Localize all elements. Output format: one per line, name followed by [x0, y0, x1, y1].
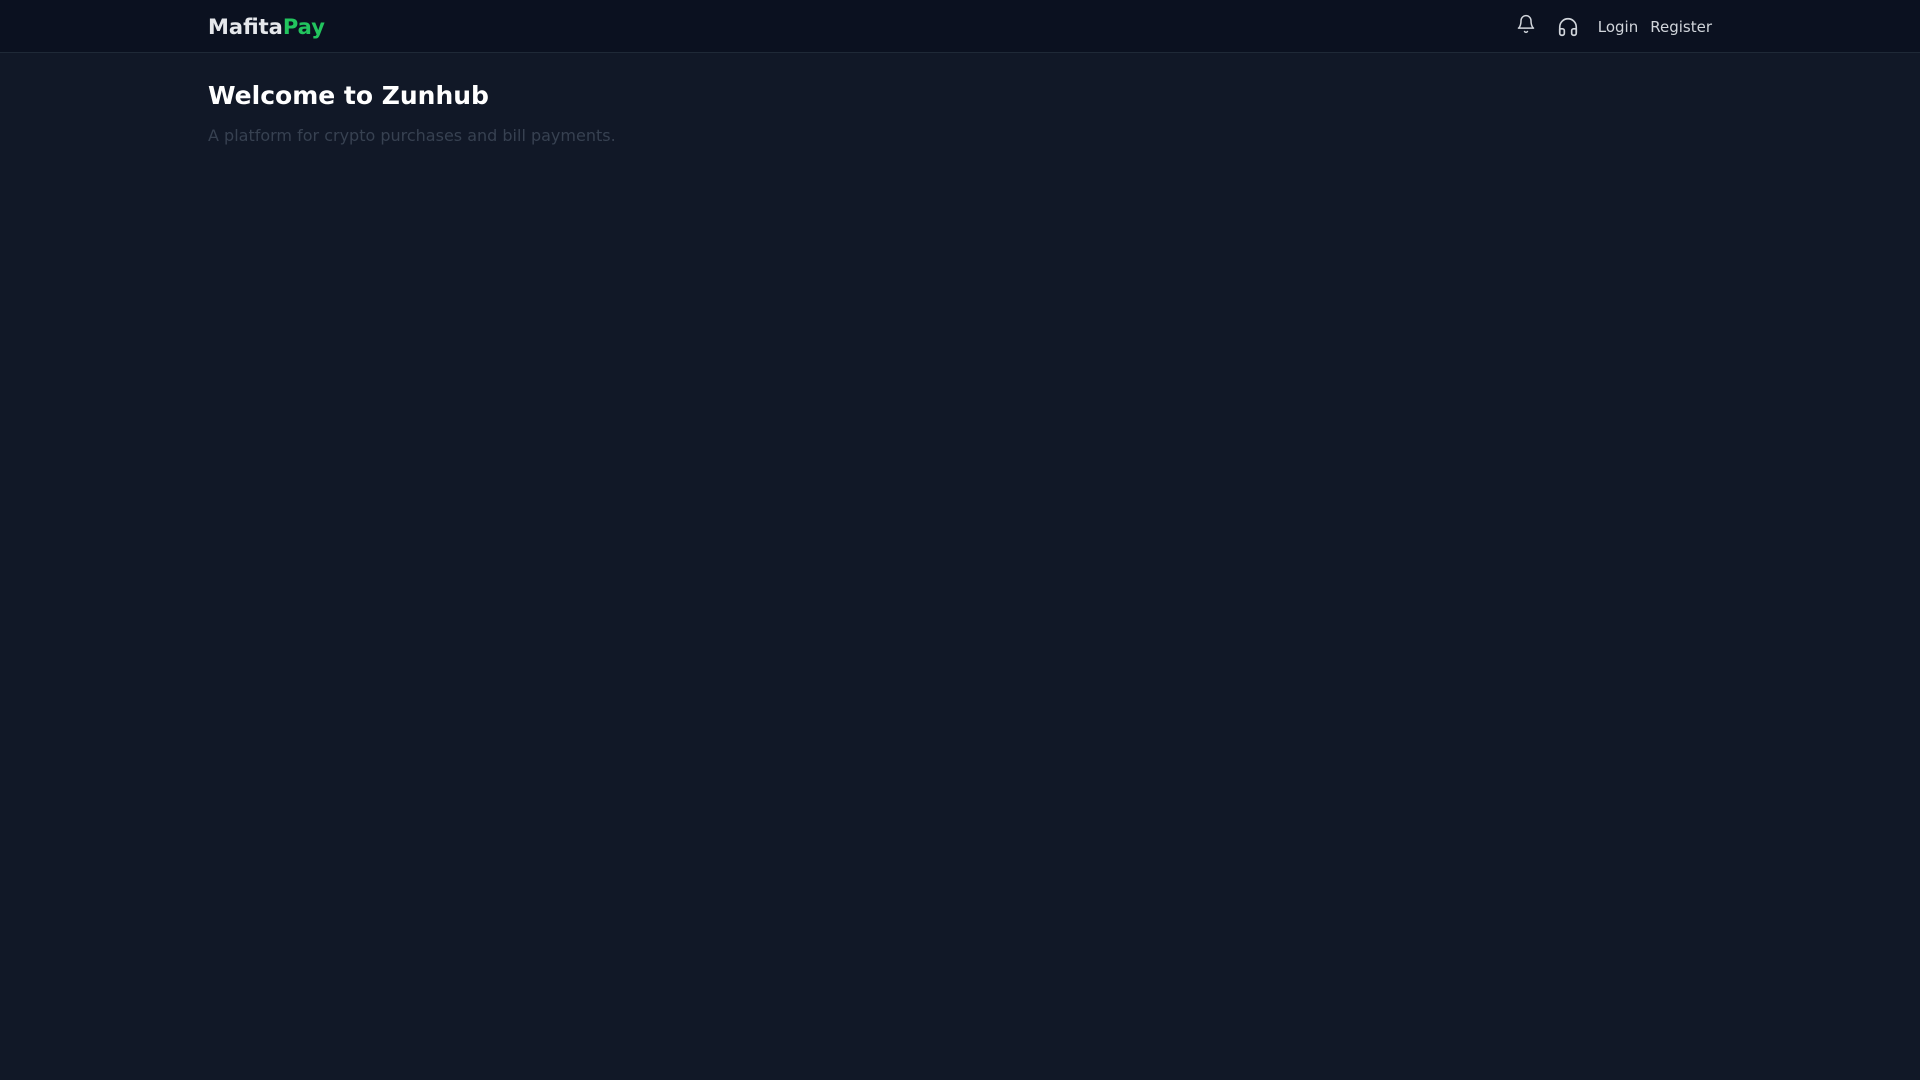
top-navbar: MafitaPay Login Register — [0, 0, 1920, 53]
login-link[interactable]: Login — [1598, 17, 1638, 37]
headphones-icon[interactable] — [1556, 15, 1580, 39]
brand-logo[interactable]: MafitaPay — [208, 14, 325, 40]
brand-name-accent: Pay — [282, 15, 325, 39]
main-content: Welcome to Zunhub A platform for crypto … — [208, 76, 1712, 148]
page-subtitle: A platform for crypto purchases and bill… — [208, 126, 616, 145]
bell-icon[interactable] — [1514, 12, 1538, 36]
page-title: Welcome to Zunhub — [208, 81, 489, 110]
register-link[interactable]: Register — [1650, 17, 1712, 37]
brand-name-primary: Mafita — [208, 15, 283, 39]
navbar-actions: Login Register — [1514, 0, 1712, 53]
